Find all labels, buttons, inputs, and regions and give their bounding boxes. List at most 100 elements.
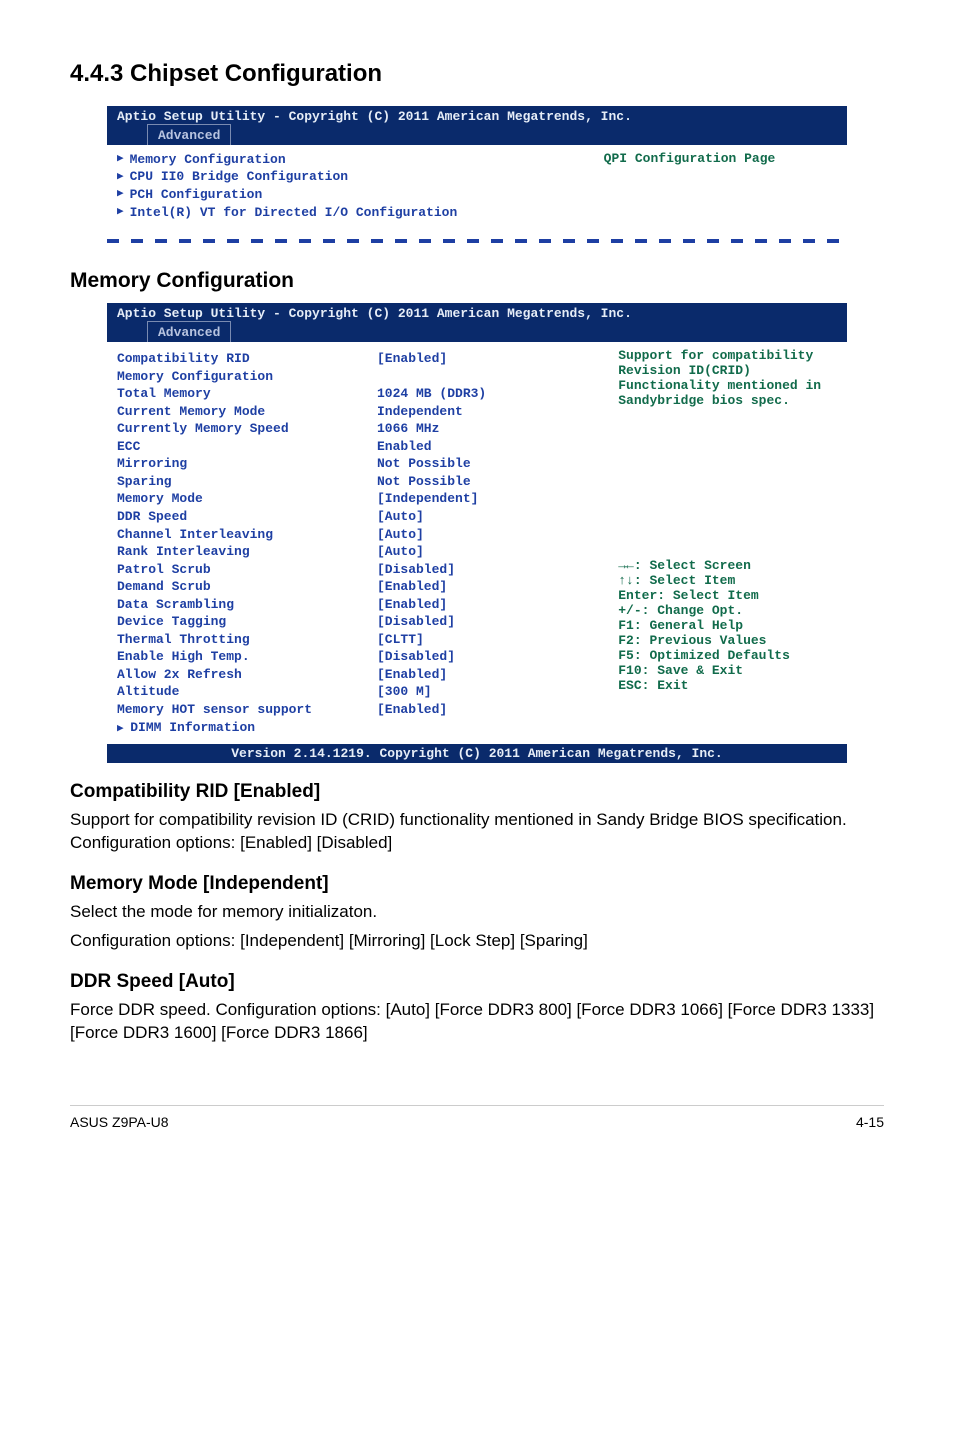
bios-setting-row: ▶ DIMM Information [117, 719, 598, 737]
bios-setting-row[interactable]: Rank Interleaving[Auto] [117, 543, 598, 561]
page-footer: ASUS Z9PA-U8 4-15 [70, 1105, 884, 1130]
bios-setting-row[interactable]: Demand Scrub[Enabled] [117, 578, 598, 596]
setting-label: Enable High Temp. [117, 648, 377, 666]
setting-label: DDR Speed [117, 508, 377, 526]
memory-mode-heading: Memory Mode [Independent] [70, 873, 884, 895]
bios-setting-row[interactable]: Channel Interleaving[Auto] [117, 526, 598, 544]
key-legend-line: F10: Save & Exit [618, 663, 837, 678]
bios-setting-row[interactable]: Altitude[300 M] [117, 683, 598, 701]
footer-page-number: 4-15 [856, 1114, 884, 1130]
key-legend-line: +/-: Change Opt. [618, 603, 837, 618]
memory-mode-text: Select the mode for memory initializaton… [70, 901, 884, 924]
submenu-arrow-icon: ▶ [117, 152, 124, 167]
bios-setting-row[interactable]: Enable High Temp.[Disabled] [117, 648, 598, 666]
bios-setting-row[interactable]: Memory Mode[Independent] [117, 490, 598, 508]
setting-value: [Auto] [377, 543, 598, 561]
setting-label: Currently Memory Speed [117, 420, 377, 438]
help-line: Sandybridge bios spec. [618, 393, 837, 408]
setting-value: Enabled [377, 438, 598, 456]
menu-item[interactable]: ▶Memory Configuration [117, 151, 584, 169]
setting-label: Compatibility RID [117, 350, 377, 368]
setting-value: [300 M] [377, 683, 598, 701]
bios-setting-row[interactable]: Currently Memory Speed1066 MHz [117, 420, 598, 438]
bios-help-pane: Support for compatibilityRevision ID(CRI… [608, 342, 847, 744]
bios-setting-row[interactable]: Memory HOT sensor support[Enabled] [117, 701, 598, 719]
menu-item[interactable]: ▶ Intel(R) VT for Directed I/O Configurat… [117, 204, 584, 222]
setting-value [377, 368, 598, 386]
key-legend-line: F2: Previous Values [618, 633, 837, 648]
bios-header: Aptio Setup Utility - Copyright (C) 2011… [107, 106, 847, 124]
bios-panel-chipset: Aptio Setup Utility - Copyright (C) 2011… [107, 106, 847, 243]
bios-panel-memory: Aptio Setup Utility - Copyright (C) 2011… [107, 303, 847, 763]
bios-setting-row[interactable]: MirroringNot Possible [117, 455, 598, 473]
bios-setting-row[interactable]: Compatibility RID[Enabled] [117, 350, 598, 368]
setting-label: Data Scrambling [117, 596, 377, 614]
setting-label: ECC [117, 438, 377, 456]
dashed-separator [107, 239, 847, 243]
tab-advanced[interactable]: Advanced [147, 321, 231, 342]
bios-setting-row[interactable]: Total Memory1024 MB (DDR3) [117, 385, 598, 403]
bios-setting-row[interactable]: Patrol Scrub[Disabled] [117, 561, 598, 579]
setting-label: Channel Interleaving [117, 526, 377, 544]
bios-key-legend: →←: Select Screen↑↓: Select ItemEnter: S… [618, 558, 837, 693]
setting-label: Sparing [117, 473, 377, 491]
setting-value: [Enabled] [377, 578, 598, 596]
tab-advanced[interactable]: Advanced [147, 124, 231, 145]
section-title: 4.4.3 Chipset Configuration [70, 60, 884, 88]
setting-value: Not Possible [377, 473, 598, 491]
setting-label: Memory HOT sensor support [117, 701, 377, 719]
setting-value: [Auto] [377, 526, 598, 544]
bios-setting-row[interactable]: SparingNot Possible [117, 473, 598, 491]
setting-value: 1024 MB (DDR3) [377, 385, 598, 403]
memory-config-heading: Memory Configuration [70, 269, 884, 293]
bios-setting-row[interactable]: Allow 2x Refresh[Enabled] [117, 666, 598, 684]
bios-footer: Version 2.14.1219. Copyright (C) 2011 Am… [107, 744, 847, 763]
bios-header: Aptio Setup Utility - Copyright (C) 2011… [107, 303, 847, 321]
bios-setting-row[interactable]: Data Scrambling[Enabled] [117, 596, 598, 614]
compat-rid-heading: Compatibility RID [Enabled] [70, 781, 884, 803]
setting-label: Device Tagging [117, 613, 377, 631]
setting-value: [Enabled] [377, 666, 598, 684]
setting-label: Mirroring [117, 455, 377, 473]
setting-value [377, 719, 598, 737]
menu-item-label: Intel(R) VT for Directed I/O Configurati… [130, 204, 458, 222]
help-line: Functionality mentioned in [618, 378, 837, 393]
setting-label: ▶ DIMM Information [117, 719, 377, 737]
key-legend-line: F5: Optimized Defaults [618, 648, 837, 663]
setting-value: Independent [377, 403, 598, 421]
bios-setting-row[interactable]: ECCEnabled [117, 438, 598, 456]
setting-label: Memory Configuration [117, 368, 377, 386]
setting-value: [Enabled] [377, 701, 598, 719]
memory-mode-options: Configuration options: [Independent] [Mi… [70, 930, 884, 953]
key-legend-line: ESC: Exit [618, 678, 837, 693]
compat-rid-text: Support for compatibility revision ID (C… [70, 809, 884, 855]
submenu-arrow-icon: ▶ [117, 170, 124, 185]
bios-setting-row[interactable]: Device Tagging[Disabled] [117, 613, 598, 631]
bios-help-pane: QPI Configuration Page [594, 145, 847, 239]
setting-label: Allow 2x Refresh [117, 666, 377, 684]
bios-tab-row: Advanced [107, 124, 847, 145]
ddr-speed-text: Force DDR speed. Configuration options: … [70, 999, 884, 1045]
ddr-speed-heading: DDR Speed [Auto] [70, 971, 884, 993]
key-legend-line: →←: Select Screen [618, 558, 837, 573]
key-legend-line: Enter: Select Item [618, 588, 837, 603]
setting-value: [Disabled] [377, 613, 598, 631]
menu-item-label: PCH Configuration [130, 186, 263, 204]
footer-product: ASUS Z9PA-U8 [70, 1114, 169, 1130]
setting-label: Thermal Throtting [117, 631, 377, 649]
bios-setting-row[interactable]: Current Memory ModeIndependent [117, 403, 598, 421]
menu-item[interactable]: ▶PCH Configuration [117, 186, 584, 204]
help-line: Revision ID(CRID) [618, 363, 837, 378]
setting-label: Rank Interleaving [117, 543, 377, 561]
submenu-arrow-icon: ▶ [117, 723, 130, 735]
bios-setting-row[interactable]: Thermal Throtting[CLTT] [117, 631, 598, 649]
bios-setting-row[interactable]: DDR Speed[Auto] [117, 508, 598, 526]
menu-item[interactable]: ▶CPU II0 Bridge Configuration [117, 168, 584, 186]
key-legend-line: ↑↓: Select Item [618, 573, 837, 588]
submenu-arrow-icon: ▶ [117, 205, 124, 220]
setting-value: [CLTT] [377, 631, 598, 649]
key-legend-line: F1: General Help [618, 618, 837, 633]
setting-value: 1066 MHz [377, 420, 598, 438]
setting-label: Patrol Scrub [117, 561, 377, 579]
bios-menu-list: ▶Memory Configuration ▶CPU II0 Bridge Co… [107, 145, 594, 239]
